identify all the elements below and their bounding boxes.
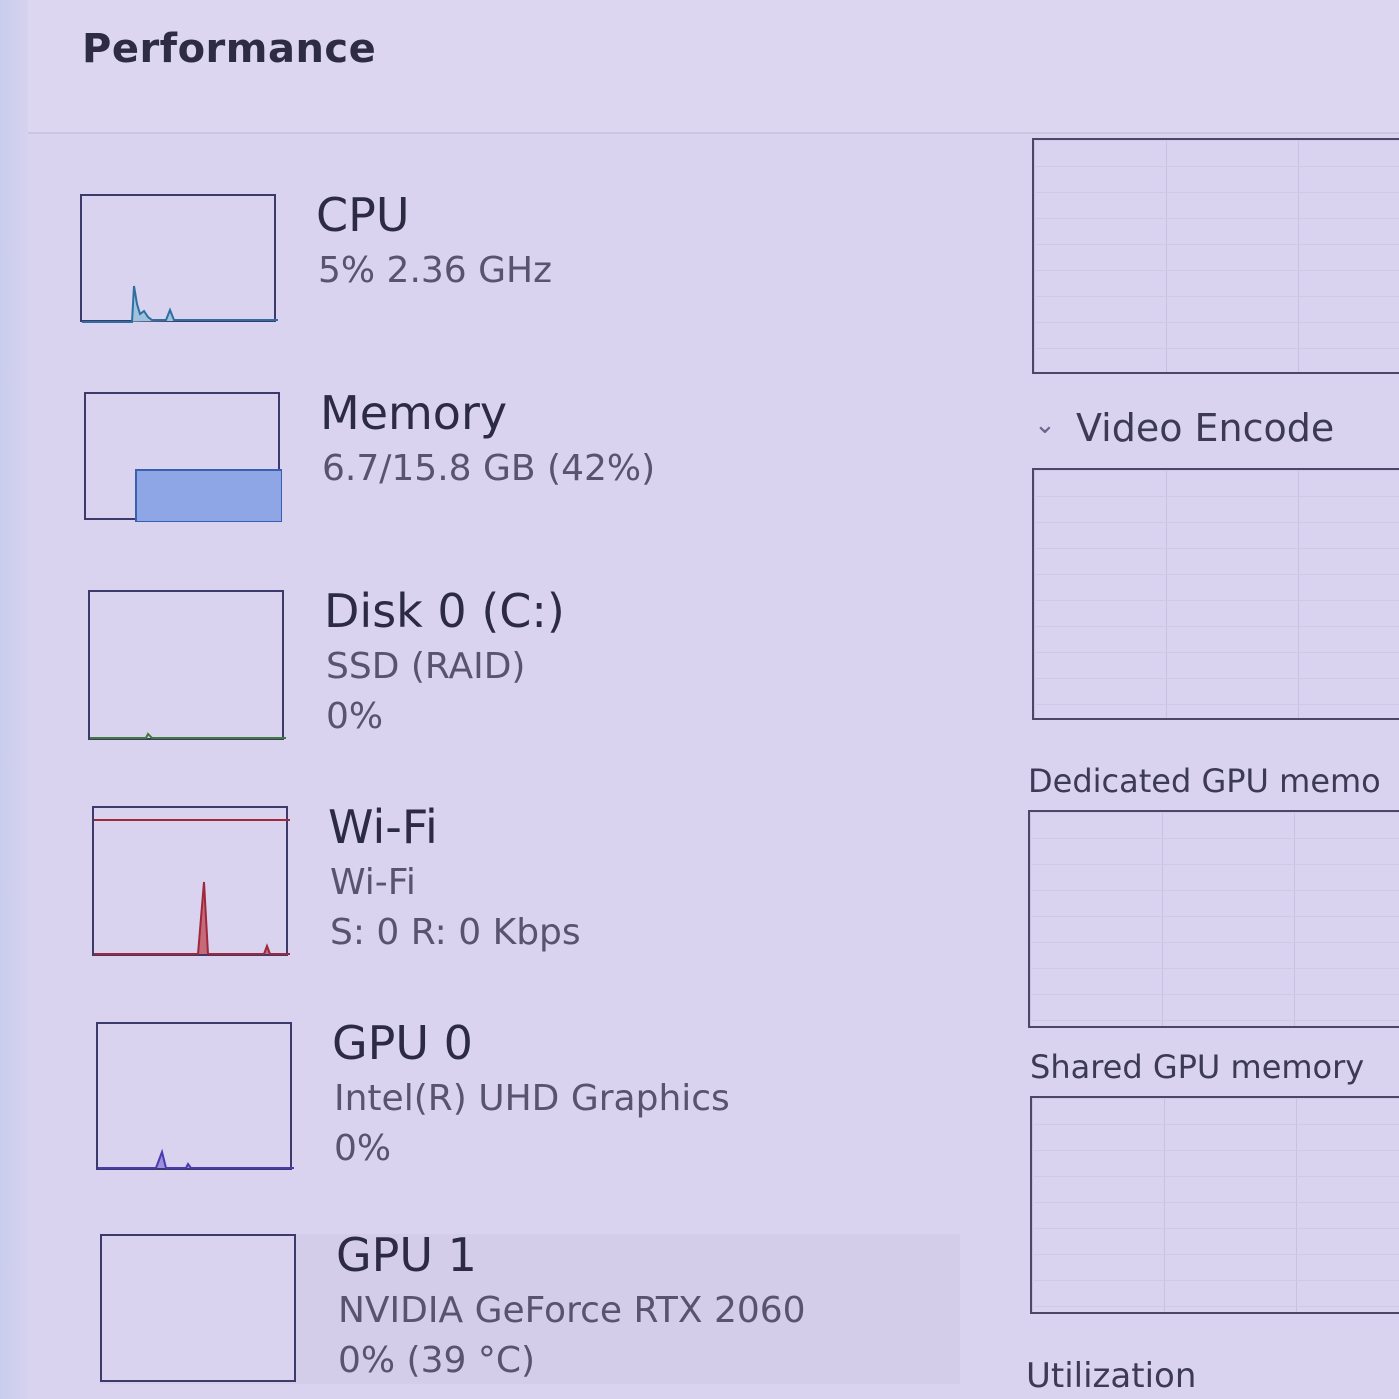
wifi-throughput-line: [94, 881, 290, 955]
perf-item-gpu-0[interactable]: GPU 0 Intel(R) UHD Graphics 0%: [96, 1016, 956, 1172]
chevron-down-icon[interactable]: ⌄: [1034, 410, 1056, 440]
perf-item-usage: 0%: [334, 1128, 392, 1169]
shared-gpu-memory-label: Shared GPU memory: [1030, 1048, 1365, 1086]
perf-item-memory[interactable]: Memory 6.7/15.8 GB (42%): [84, 386, 944, 542]
perf-item-cpu[interactable]: CPU 5% 2.36 GHz: [80, 188, 940, 344]
video-encode-graph: [1032, 468, 1399, 720]
dedicated-gpu-memory-label: Dedicated GPU memo: [1028, 762, 1381, 800]
perf-item-usage: 0% (39 °C): [338, 1340, 536, 1381]
cpu-mini-graph: [80, 194, 278, 323]
perf-item-gpu-1[interactable]: GPU 1 NVIDIA GeForce RTX 2060 0% (39 °C): [100, 1228, 960, 1384]
gpu-detail-panel: ⌄ Video Encode Dedicated GPU memo Shared…: [1000, 134, 1399, 1399]
disk-activity-line: [90, 732, 286, 739]
perf-item-disk-0[interactable]: Disk 0 (C:) SSD (RAID) 0%: [88, 584, 948, 740]
cpu-usage-line: [82, 285, 278, 323]
memory-mini-graph: [84, 392, 282, 522]
disk-mini-graph: [88, 590, 286, 740]
gpu-engine-graph-top: [1032, 138, 1399, 374]
utilization-label: Utilization: [1026, 1356, 1197, 1396]
perf-item-title: Disk 0 (C:): [324, 584, 565, 638]
video-encode-label[interactable]: Video Encode: [1076, 406, 1334, 450]
perf-item-title: GPU 0: [332, 1016, 473, 1070]
wifi-mini-graph: [92, 806, 290, 956]
graph-grid: [1034, 470, 1399, 718]
perf-item-model: Intel(R) UHD Graphics: [334, 1078, 730, 1119]
perf-item-title: CPU: [316, 188, 410, 242]
perf-item-title: Wi-Fi: [328, 800, 438, 854]
memory-usage-fill: [135, 469, 282, 522]
page-title: Performance: [82, 26, 377, 72]
perf-item-throughput: S: 0 R: 0 Kbps: [330, 912, 581, 953]
perf-item-title: GPU 1: [336, 1228, 477, 1282]
perf-item-model: NVIDIA GeForce RTX 2060: [338, 1290, 806, 1331]
shared-gpu-memory-graph: [1030, 1096, 1399, 1314]
perf-item-usage: 0%: [326, 696, 384, 737]
graph-grid: [1032, 1098, 1399, 1312]
perf-item-detail: 5% 2.36 GHz: [318, 250, 553, 291]
gpu0-usage-line: [98, 1148, 294, 1169]
graph-grid: [1030, 812, 1399, 1026]
window-left-edge: [0, 0, 28, 1399]
dedicated-gpu-memory-graph: [1028, 810, 1399, 1028]
perf-item-type: SSD (RAID): [326, 646, 526, 687]
perf-item-title: Memory: [320, 386, 508, 440]
graph-grid: [1034, 140, 1399, 372]
perf-item-detail: 6.7/15.8 GB (42%): [322, 448, 656, 489]
perf-item-adapter: Wi-Fi: [330, 862, 416, 903]
gpu1-mini-graph: [100, 1234, 296, 1382]
gpu0-mini-graph: [96, 1022, 294, 1170]
perf-item-wifi[interactable]: Wi-Fi Wi-Fi S: 0 R: 0 Kbps: [92, 800, 952, 956]
performance-list: CPU 5% 2.36 GHz Memory 6.7/15.8 GB (42%)…: [28, 134, 960, 1399]
